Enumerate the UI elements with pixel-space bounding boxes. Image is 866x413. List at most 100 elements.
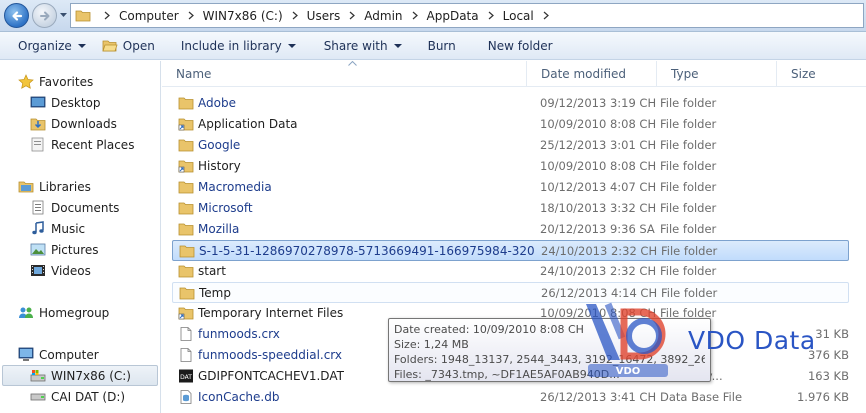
history-dropdown-icon[interactable] xyxy=(59,10,68,20)
desktop-icon xyxy=(30,96,46,108)
vdo-logo-watermark: VDO xyxy=(586,302,668,377)
nav-computer-label: Computer xyxy=(39,347,99,362)
nav-videos[interactable]: Videos xyxy=(30,260,91,281)
libraries-icon xyxy=(18,181,34,193)
column-type[interactable]: Type xyxy=(656,61,776,87)
breadcrumb-item-users[interactable]: Users xyxy=(307,9,341,23)
file-name: History xyxy=(198,159,241,173)
file-name: Google xyxy=(198,138,241,152)
chevron-right-icon[interactable] xyxy=(291,11,299,20)
nav-downloads[interactable]: Downloads xyxy=(30,113,117,134)
navigation-pane: Favorites Desktop Downloads Recent Place… xyxy=(0,61,161,413)
file-date: 20/12/2013 9:36 SA xyxy=(540,222,655,236)
chevron-right-icon[interactable] xyxy=(187,11,195,20)
open-label: Open xyxy=(122,38,155,53)
file-row-history[interactable]: History 10/09/2010 8:08 CH File folder xyxy=(172,156,849,177)
file-type: File folder xyxy=(660,180,717,194)
file-date: 10/12/2013 4:07 CH xyxy=(540,180,657,194)
chevron-right-icon[interactable] xyxy=(103,11,111,20)
file-name: Temporary Internet Files xyxy=(198,306,344,320)
open-folder-icon xyxy=(102,40,118,51)
folder-icon xyxy=(179,287,195,300)
chevron-right-icon[interactable] xyxy=(542,11,550,20)
chevron-right-icon[interactable] xyxy=(348,11,356,20)
file-type: Data Base File xyxy=(660,390,743,404)
pictures-icon xyxy=(30,243,46,256)
folder-shortcut-icon xyxy=(178,160,194,173)
nav-documents[interactable]: Documents xyxy=(30,197,119,218)
recent-places-icon xyxy=(31,137,44,152)
file-row-iconcache[interactable]: IconCache.db 26/12/2013 3:41 CH Data Bas… xyxy=(172,387,849,408)
breadcrumb-item-computer[interactable]: Computer xyxy=(119,9,179,23)
file-name: Adobe xyxy=(198,96,236,110)
include-in-library-button[interactable]: Include in library xyxy=(173,35,304,57)
file-name: start xyxy=(198,264,226,278)
column-size[interactable]: Size xyxy=(776,61,866,87)
breadcrumb-item-local[interactable]: Local xyxy=(503,9,534,23)
file-type: File folder xyxy=(660,201,717,215)
folder-icon xyxy=(75,10,91,22)
file-row-temp[interactable]: Temp 26/12/2013 4:14 CH File folder xyxy=(172,282,849,303)
file-name: Mozilla xyxy=(198,222,240,236)
arrow-right-icon xyxy=(39,11,49,20)
back-button[interactable] xyxy=(4,3,29,28)
file-row-adobe[interactable]: Adobe 09/12/2013 3:19 CH File folder xyxy=(172,93,849,114)
forward-button[interactable] xyxy=(32,3,57,28)
nav-favorites[interactable]: Favorites xyxy=(18,71,93,92)
nav-libraries[interactable]: Libraries xyxy=(18,176,91,197)
breadcrumb-item-admin[interactable]: Admin xyxy=(364,9,402,23)
file-date: 26/12/2013 3:41 CH xyxy=(540,390,657,404)
file-type: File folder xyxy=(660,222,717,236)
organize-button[interactable]: Organize xyxy=(10,35,94,57)
document-icon xyxy=(180,348,192,362)
open-button[interactable]: Open xyxy=(94,35,163,57)
file-date: 25/12/2013 3:01 CH xyxy=(540,138,657,152)
breadcrumb-item-drive[interactable]: WIN7x86 (C:) xyxy=(203,9,283,23)
nav-downloads-label: Downloads xyxy=(51,116,117,131)
nav-drive-d[interactable]: CAI DAT (D:) xyxy=(30,386,125,407)
music-icon xyxy=(32,221,44,235)
new-folder-button[interactable]: New folder xyxy=(480,35,561,57)
nav-pictures[interactable]: Pictures xyxy=(30,239,99,260)
file-name: S-1-5-31-1286970278978-5713669491-166975… xyxy=(199,244,535,258)
folder-icon xyxy=(178,97,194,110)
file-row-google[interactable]: Google 25/12/2013 3:01 CH File folder xyxy=(172,135,849,156)
burn-button[interactable]: Burn xyxy=(420,35,464,57)
chevron-right-icon[interactable] xyxy=(411,11,419,20)
file-type: File folder xyxy=(660,264,717,278)
nav-recent-places[interactable]: Recent Places xyxy=(30,134,134,155)
file-name: GDIPFONTCACHEV1.DAT xyxy=(198,369,344,383)
file-name: funmoods.crx xyxy=(198,327,280,341)
column-name[interactable]: Name xyxy=(162,61,526,87)
file-row-mozilla[interactable]: Mozilla 20/12/2013 9:36 SA File folder xyxy=(172,219,849,240)
nav-music[interactable]: Music xyxy=(30,218,85,239)
nav-homegroup[interactable]: Homegroup xyxy=(18,302,109,323)
nav-desktop[interactable]: Desktop xyxy=(30,92,101,113)
breadcrumb[interactable]: Computer WIN7x86 (C:) Users Admin AppDat… xyxy=(70,3,864,28)
caret-down-icon xyxy=(393,43,402,48)
file-row-macromedia[interactable]: Macromedia 10/12/2013 4:07 CH File folde… xyxy=(172,177,849,198)
file-row-application-data[interactable]: Application Data 10/09/2010 8:08 CH File… xyxy=(172,114,849,135)
database-icon xyxy=(180,390,192,404)
column-date-modified[interactable]: Date modified xyxy=(526,61,656,87)
nav-drive-c[interactable]: WIN7x86 (C:) xyxy=(2,365,158,386)
breadcrumb-item-appdata[interactable]: AppData xyxy=(427,9,479,23)
chevron-right-icon[interactable] xyxy=(487,11,495,20)
share-with-button[interactable]: Share with xyxy=(316,35,410,57)
folder-shortcut-icon xyxy=(178,118,194,131)
address-bar: Computer WIN7x86 (C:) Users Admin AppDat… xyxy=(0,0,866,32)
file-date: 24/10/2013 2:32 CH xyxy=(541,244,658,258)
file-type: File folder xyxy=(660,117,717,131)
nav-computer[interactable]: Computer xyxy=(18,344,99,365)
share-with-label: Share with xyxy=(323,38,388,53)
dat-file-icon: DAT xyxy=(179,369,193,383)
nav-documents-label: Documents xyxy=(51,200,120,215)
file-row-start[interactable]: start 24/10/2013 2:32 CH File folder xyxy=(172,261,849,282)
file-row-microsoft[interactable]: Microsoft 18/10/2013 3:32 CH File folder xyxy=(172,198,849,219)
file-date: 24/10/2013 2:32 CH xyxy=(540,264,657,278)
nav-recent-places-label: Recent Places xyxy=(51,137,135,152)
folder-icon xyxy=(178,265,194,278)
file-name: Temp xyxy=(199,286,231,300)
file-row-sid-folder[interactable]: S-1-5-31-1286970278978-5713669491-166975… xyxy=(172,240,849,261)
file-type: File folder xyxy=(660,138,717,152)
